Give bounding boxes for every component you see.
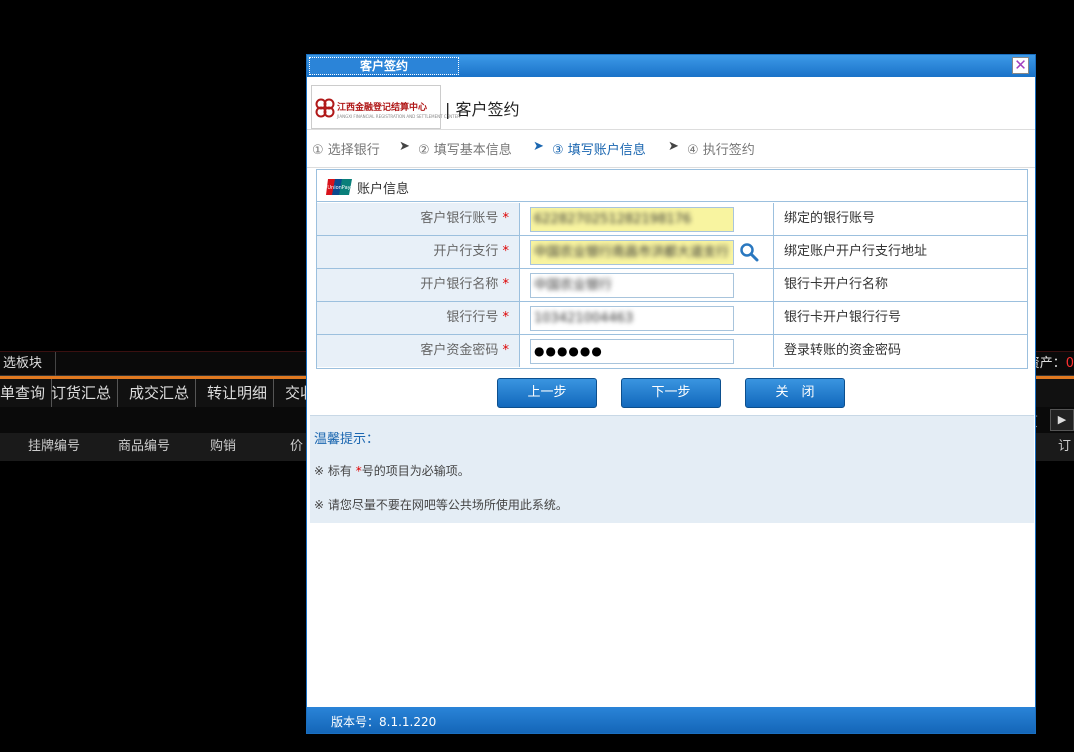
tip-required: ※ 标有 *号的项目为必输项。: [314, 462, 470, 479]
tips-title: 温馨提示：: [314, 432, 380, 447]
tip-text: 号的项目为必输项。: [361, 464, 470, 478]
field-label-text: 银行行号: [446, 310, 499, 325]
steps-divider: [307, 167, 1035, 168]
tab-order-summary[interactable]: 订货汇总: [45, 379, 119, 407]
field-label-text: 客户银行账号: [420, 211, 499, 226]
bank-name-value: 中国农业银行: [534, 278, 613, 293]
branch-input[interactable]: 中国农业银行南昌市洪都大道支行: [530, 240, 734, 265]
version-label: 版本号：8.1.1.220: [331, 715, 437, 729]
step-4: ④ 执行签约: [687, 143, 755, 158]
col-price: 价: [290, 439, 304, 454]
field-row-branch: 开户行支行 * 中国农业银行南昌市洪都大道支行 绑定账户开户行支行地址: [317, 236, 1027, 269]
action-buttons: 上一步 下一步 关 闭: [307, 371, 1035, 415]
col-listing-no: 挂牌编号: [28, 439, 81, 454]
field-value-cell: 中国农业银行南昌市洪都大道支行: [520, 236, 774, 268]
field-value-cell: ●●●●●●: [520, 335, 774, 367]
close-icon[interactable]: ✕: [1012, 57, 1029, 74]
step-1: ① 选择银行: [312, 143, 380, 158]
col-product-no: 商品编号: [118, 439, 171, 454]
field-description: 银行卡开户行名称: [784, 277, 889, 292]
field-label: 开户行支行 *: [317, 236, 520, 268]
tab-transfer-detail[interactable]: 转让明细: [201, 379, 275, 407]
field-label: 银行行号 *: [317, 302, 520, 334]
field-label-text: 开户行支行: [433, 244, 499, 259]
field-value-cell: 中国农业银行: [520, 269, 774, 301]
step-2: ② 填写基本信息: [418, 143, 512, 158]
prev-step-button[interactable]: 上一步: [497, 378, 597, 408]
fund-password-input[interactable]: ●●●●●●: [530, 339, 734, 364]
logo-subtext: JIANGXI FINANCIAL REGISTRATION AND SETTL…: [337, 114, 460, 119]
bank-code-value: 103421004463: [534, 311, 634, 326]
account-info-header: UnionPay 账户信息: [317, 170, 1027, 202]
col-buy-sell: 购销: [210, 439, 237, 454]
required-mark: *: [502, 310, 510, 325]
fund-password-value: ●●●●●●: [534, 344, 603, 358]
dialog-title: 客户签约: [309, 57, 459, 75]
step-arrow-icon: ➤: [668, 139, 679, 154]
field-description: 绑定的银行账号: [784, 211, 876, 226]
field-label: 开户银行名称 *: [317, 269, 520, 301]
field-description: 登录转账的资金密码: [784, 343, 902, 358]
field-value-cell: 103421004463: [520, 302, 774, 334]
field-description: 银行卡开户银行行号: [784, 310, 902, 325]
tip-text: ※ 标有: [314, 464, 356, 478]
header-divider: [307, 129, 1035, 130]
col-order: 订: [1058, 439, 1072, 454]
center-logo: 江西金融登记结算中心 JIANGXI FINANCIAL REGISTRATIO…: [311, 85, 460, 129]
assets-value: 0: [1065, 356, 1074, 371]
field-row-account-no: 客户银行账号 * 6228270251282198176 绑定的银行账号: [317, 203, 1027, 236]
step-3-active: ③ 填写账户信息: [552, 143, 646, 158]
field-label-text: 客户资金密码: [420, 343, 499, 358]
close-button[interactable]: 关 闭: [745, 378, 845, 408]
tip-public-place: ※ 请您尽量不要在网吧等公共场所使用此系统。: [314, 498, 568, 512]
bank-account-input[interactable]: 6228270251282198176: [530, 207, 734, 232]
bank-account-value: 6228270251282198176: [534, 212, 692, 227]
required-mark: *: [502, 343, 510, 358]
bank-code-input[interactable]: 103421004463: [530, 306, 734, 331]
bank-name-input[interactable]: 中国农业银行: [530, 273, 734, 298]
tab-trade-summary[interactable]: 成交汇总: [123, 379, 197, 407]
header-title: | 客户签约: [445, 100, 520, 119]
required-mark: *: [502, 211, 510, 226]
required-mark: *: [502, 244, 510, 259]
unionpay-icon: UnionPay: [326, 179, 352, 195]
header-title-text: 客户签约: [455, 100, 520, 119]
dialog-footer: 版本号：8.1.1.220: [307, 707, 1035, 733]
step-arrow-icon: ➤: [533, 139, 544, 154]
field-description: 绑定账户开户行支行地址: [784, 244, 928, 259]
field-label: 客户银行账号 *: [317, 203, 520, 235]
logo-mark-icon: [315, 98, 335, 118]
account-info-title: 账户信息: [357, 182, 410, 197]
dialog-titlebar[interactable]: 客户签约 ✕: [307, 55, 1035, 77]
required-mark: *: [502, 277, 510, 292]
search-icon[interactable]: [739, 242, 759, 262]
field-row-password: 客户资金密码 * ●●●●●● 登录转账的资金密码: [317, 335, 1027, 368]
next-step-button[interactable]: 下一步: [621, 378, 721, 408]
field-label: 客户资金密码 *: [317, 335, 520, 367]
tips-panel: 温馨提示： ※ 标有 *号的项目为必输项。 ※ 请您尽量不要在网吧等公共场所使用…: [310, 415, 1034, 523]
section-tab[interactable]: 选板块: [0, 352, 56, 376]
field-row-bank-code: 银行行号 * 103421004463 银行卡开户银行行号: [317, 302, 1027, 335]
branch-value: 中国农业银行南昌市洪都大道支行: [534, 245, 730, 260]
dialog-header: 江西金融登记结算中心 JIANGXI FINANCIAL REGISTRATIO…: [311, 85, 1033, 129]
step-arrow-icon: ➤: [399, 139, 410, 154]
step-indicator: ① 选择银行 ➤ ② 填写基本信息 ➤ ③ 填写账户信息 ➤ ④ 执行签约: [312, 139, 1032, 159]
account-info-table: UnionPay 账户信息 客户银行账号 * 62282702512821981…: [316, 169, 1028, 369]
field-row-bank-name: 开户银行名称 * 中国农业银行 银行卡开户行名称: [317, 269, 1027, 302]
logo-text: 江西金融登记结算中心: [337, 103, 428, 113]
svg-text:UnionPay: UnionPay: [327, 185, 350, 191]
field-value-cell: 6228270251282198176: [520, 203, 774, 235]
next-page-icon[interactable]: ▶: [1050, 409, 1074, 431]
sign-contract-dialog: 客户签约 ✕ 江西金融登记结算中心 JIANGXI FINANCIAL REGI…: [306, 54, 1036, 734]
field-label-text: 开户银行名称: [420, 277, 499, 292]
